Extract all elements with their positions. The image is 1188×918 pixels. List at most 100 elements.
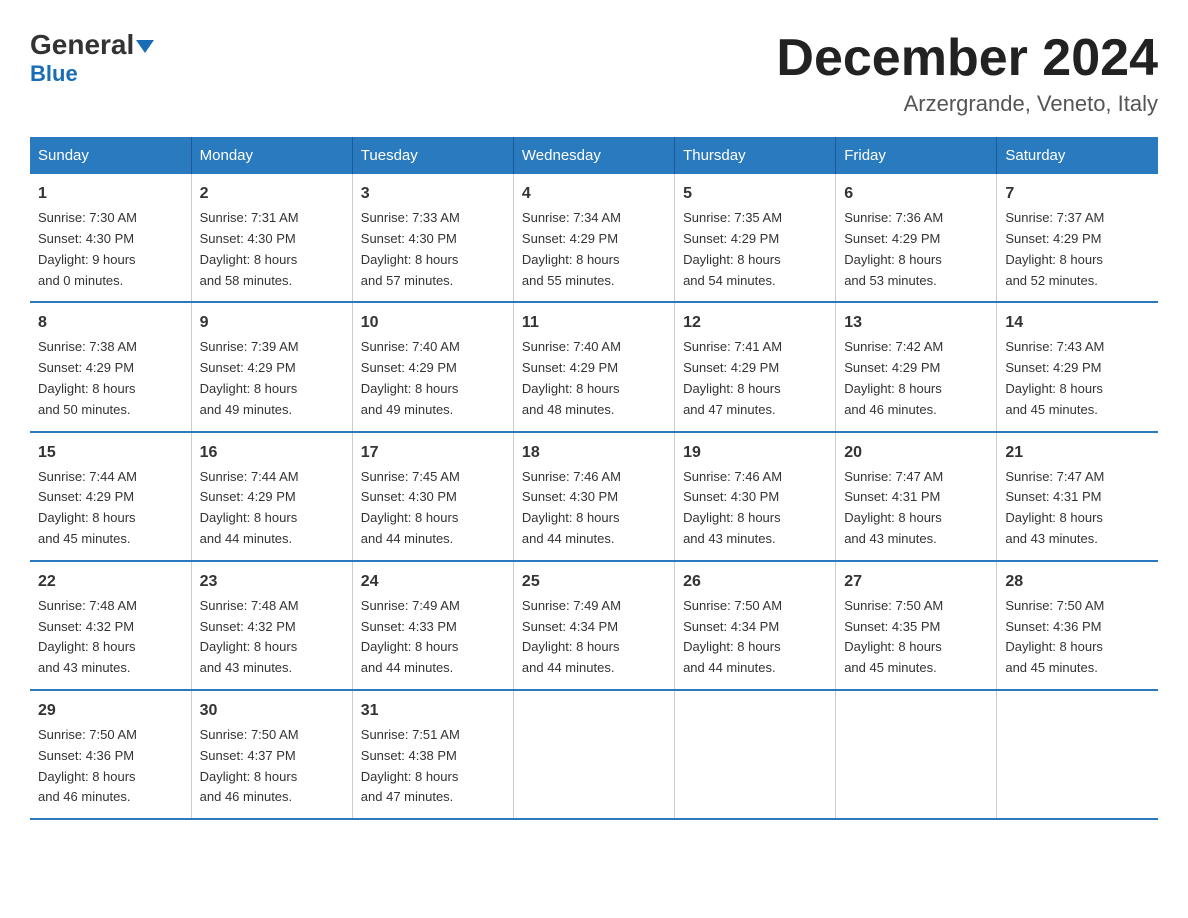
day-cell-24: 24Sunrise: 7:49 AMSunset: 4:33 PMDayligh…: [352, 561, 513, 690]
day-number: 28: [1005, 570, 1150, 594]
day-cell-6: 6Sunrise: 7:36 AMSunset: 4:29 PMDaylight…: [836, 174, 997, 302]
page-subtitle: Arzergrande, Veneto, Italy: [776, 91, 1158, 117]
page-title: December 2024: [776, 30, 1158, 87]
day-info: Sunrise: 7:44 AMSunset: 4:29 PMDaylight:…: [38, 469, 137, 546]
day-number: 30: [200, 699, 344, 723]
day-cell-10: 10 Sunrise: 7:40 AMSunset: 4:29 PMDayligh…: [352, 302, 513, 431]
day-number: 25: [522, 570, 666, 594]
day-number: 18: [522, 441, 666, 465]
day-cell-21: 21 Sunrise: 7:47 AMSunset: 4:31 PMDayligh…: [997, 432, 1158, 561]
day-cell-25: 25 Sunrise: 7:49 AMSunset: 4:34 PMDayligh…: [513, 561, 674, 690]
day-cell-18: 18Sunrise: 7:46 AMSunset: 4:30 PMDayligh…: [513, 432, 674, 561]
week-row-2: 8 Sunrise: 7:38 AMSunset: 4:29 PMDaylight…: [30, 302, 1158, 431]
day-cell-7: 7 Sunrise: 7:37 AMSunset: 4:29 PMDaylight…: [997, 174, 1158, 302]
day-info: Sunrise: 7:40 AMSunset: 4:29 PMDaylight:…: [361, 339, 460, 416]
day-info: Sunrise: 7:40 AMSunset: 4:29 PMDaylight:…: [522, 339, 621, 416]
weekday-header-saturday: Saturday: [997, 137, 1158, 174]
day-number: 20: [844, 441, 988, 465]
day-number: 6: [844, 182, 988, 206]
day-cell-11: 11Sunrise: 7:40 AMSunset: 4:29 PMDayligh…: [513, 302, 674, 431]
weekday-header-friday: Friday: [836, 137, 997, 174]
day-info: Sunrise: 7:48 AMSunset: 4:32 PMDaylight:…: [200, 598, 299, 675]
day-cell-14: 14Sunrise: 7:43 AMSunset: 4:29 PMDayligh…: [997, 302, 1158, 431]
day-cell-5: 5 Sunrise: 7:35 AMSunset: 4:29 PMDaylight…: [675, 174, 836, 302]
day-info: Sunrise: 7:50 AMSunset: 4:37 PMDaylight:…: [200, 727, 299, 804]
day-info: Sunrise: 7:47 AMSunset: 4:31 PMDaylight:…: [1005, 469, 1104, 546]
day-info: Sunrise: 7:48 AMSunset: 4:32 PMDaylight:…: [38, 598, 137, 675]
day-cell-29: 29Sunrise: 7:50 AMSunset: 4:36 PMDayligh…: [30, 690, 191, 819]
day-number: 15: [38, 441, 183, 465]
day-number: 8: [38, 311, 183, 335]
day-number: 31: [361, 699, 505, 723]
week-row-4: 22 Sunrise: 7:48 AMSunset: 4:32 PMDayligh…: [30, 561, 1158, 690]
day-info: Sunrise: 7:33 AMSunset: 4:30 PMDaylight:…: [361, 210, 460, 287]
day-info: Sunrise: 7:50 AMSunset: 4:36 PMDaylight:…: [1005, 598, 1104, 675]
day-number: 4: [522, 182, 666, 206]
day-cell-28: 28 Sunrise: 7:50 AMSunset: 4:36 PMDayligh…: [997, 561, 1158, 690]
weekday-header-wednesday: Wednesday: [513, 137, 674, 174]
day-info: Sunrise: 7:30 AMSunset: 4:30 PMDaylight:…: [38, 210, 137, 287]
weekday-header-tuesday: Tuesday: [352, 137, 513, 174]
page-header: General Blue December 2024 Arzergrande, …: [30, 30, 1158, 117]
logo: General Blue: [30, 30, 154, 87]
day-cell-17: 17 Sunrise: 7:45 AMSunset: 4:30 PMDayligh…: [352, 432, 513, 561]
day-number: 26: [683, 570, 827, 594]
day-info: Sunrise: 7:43 AMSunset: 4:29 PMDaylight:…: [1005, 339, 1104, 416]
weekday-header-row: SundayMondayTuesdayWednesdayThursdayFrid…: [30, 137, 1158, 174]
day-info: Sunrise: 7:34 AMSunset: 4:29 PMDaylight:…: [522, 210, 621, 287]
day-cell-8: 8 Sunrise: 7:38 AMSunset: 4:29 PMDaylight…: [30, 302, 191, 431]
day-number: 5: [683, 182, 827, 206]
day-cell-26: 26 Sunrise: 7:50 AMSunset: 4:34 PMDayligh…: [675, 561, 836, 690]
weekday-header-thursday: Thursday: [675, 137, 836, 174]
day-number: 23: [200, 570, 344, 594]
day-number: 16: [200, 441, 344, 465]
day-info: Sunrise: 7:39 AMSunset: 4:29 PMDaylight:…: [200, 339, 299, 416]
day-info: Sunrise: 7:49 AMSunset: 4:34 PMDaylight:…: [522, 598, 621, 675]
day-cell-2: 2 Sunrise: 7:31 AMSunset: 4:30 PMDaylight…: [191, 174, 352, 302]
empty-cell: [997, 690, 1158, 819]
day-number: 29: [38, 699, 183, 723]
day-number: 10: [361, 311, 505, 335]
day-number: 7: [1005, 182, 1150, 206]
day-info: Sunrise: 7:42 AMSunset: 4:29 PMDaylight:…: [844, 339, 943, 416]
day-number: 24: [361, 570, 505, 594]
day-cell-30: 30 Sunrise: 7:50 AMSunset: 4:37 PMDayligh…: [191, 690, 352, 819]
day-info: Sunrise: 7:45 AMSunset: 4:30 PMDaylight:…: [361, 469, 460, 546]
day-number: 2: [200, 182, 344, 206]
day-info: Sunrise: 7:44 AMSunset: 4:29 PMDaylight:…: [200, 469, 299, 546]
day-info: Sunrise: 7:41 AMSunset: 4:29 PMDaylight:…: [683, 339, 782, 416]
title-block: December 2024 Arzergrande, Veneto, Italy: [776, 30, 1158, 117]
logo-general: General: [30, 30, 154, 61]
day-cell-27: 27Sunrise: 7:50 AMSunset: 4:35 PMDayligh…: [836, 561, 997, 690]
day-info: Sunrise: 7:51 AMSunset: 4:38 PMDaylight:…: [361, 727, 460, 804]
day-info: Sunrise: 7:31 AMSunset: 4:30 PMDaylight:…: [200, 210, 299, 287]
day-cell-20: 20Sunrise: 7:47 AMSunset: 4:31 PMDayligh…: [836, 432, 997, 561]
day-cell-13: 13Sunrise: 7:42 AMSunset: 4:29 PMDayligh…: [836, 302, 997, 431]
day-info: Sunrise: 7:35 AMSunset: 4:29 PMDaylight:…: [683, 210, 782, 287]
day-info: Sunrise: 7:37 AMSunset: 4:29 PMDaylight:…: [1005, 210, 1104, 287]
day-number: 3: [361, 182, 505, 206]
day-cell-12: 12Sunrise: 7:41 AMSunset: 4:29 PMDayligh…: [675, 302, 836, 431]
weekday-header-sunday: Sunday: [30, 137, 191, 174]
day-number: 22: [38, 570, 183, 594]
day-number: 1: [38, 182, 183, 206]
day-number: 27: [844, 570, 988, 594]
day-number: 21: [1005, 441, 1150, 465]
day-number: 9: [200, 311, 344, 335]
day-cell-1: 1 Sunrise: 7:30 AMSunset: 4:30 PMDaylight…: [30, 174, 191, 302]
day-number: 17: [361, 441, 505, 465]
empty-cell: [513, 690, 674, 819]
day-cell-9: 9 Sunrise: 7:39 AMSunset: 4:29 PMDaylight…: [191, 302, 352, 431]
empty-cell: [675, 690, 836, 819]
day-info: Sunrise: 7:38 AMSunset: 4:29 PMDaylight:…: [38, 339, 137, 416]
weekday-header-monday: Monday: [191, 137, 352, 174]
day-number: 19: [683, 441, 827, 465]
week-row-1: 1 Sunrise: 7:30 AMSunset: 4:30 PMDaylight…: [30, 174, 1158, 302]
day-info: Sunrise: 7:50 AMSunset: 4:34 PMDaylight:…: [683, 598, 782, 675]
day-info: Sunrise: 7:46 AMSunset: 4:30 PMDaylight:…: [683, 469, 782, 546]
day-cell-16: 16 Sunrise: 7:44 AMSunset: 4:29 PMDayligh…: [191, 432, 352, 561]
day-cell-3: 3 Sunrise: 7:33 AMSunset: 4:30 PMDaylight…: [352, 174, 513, 302]
week-row-3: 15 Sunrise: 7:44 AMSunset: 4:29 PMDayligh…: [30, 432, 1158, 561]
week-row-5: 29Sunrise: 7:50 AMSunset: 4:36 PMDayligh…: [30, 690, 1158, 819]
day-cell-23: 23 Sunrise: 7:48 AMSunset: 4:32 PMDayligh…: [191, 561, 352, 690]
